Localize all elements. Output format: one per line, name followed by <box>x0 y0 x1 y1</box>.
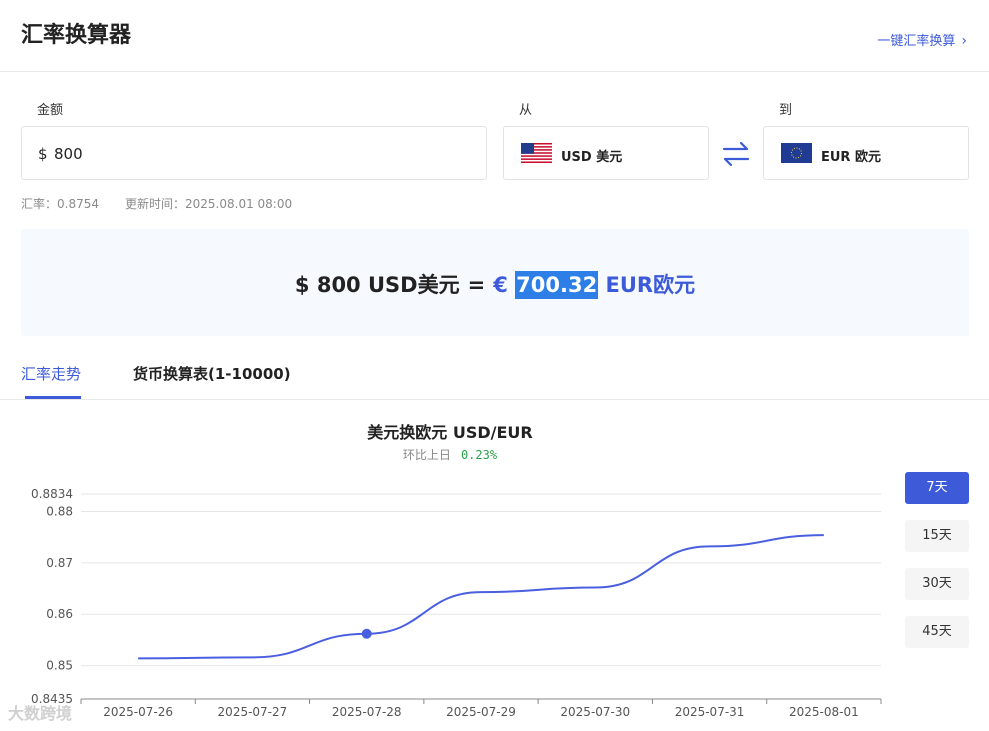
rate-info: 汇率：0.8754 更新时间：2025.08.01 08:00 <box>21 195 292 212</box>
x-tick-label: 2025-07-28 <box>332 705 402 719</box>
range-7d-button[interactable]: 7天 <box>905 472 969 504</box>
update-time-text: 更新时间：2025.08.01 08:00 <box>125 197 293 211</box>
x-tick-label: 2025-07-26 <box>103 705 173 719</box>
amount-label: 金额 <box>37 103 64 118</box>
exchange-rate-text: 汇率：0.8754 <box>21 197 99 211</box>
range-15d-button[interactable]: 15天 <box>905 520 969 552</box>
watermark: 大数跨境 <box>8 704 73 723</box>
header: 汇率换算器 一键汇率换算 › <box>0 0 989 72</box>
amount-field[interactable]: $ <box>21 126 487 180</box>
result-value[interactable]: 700.32 <box>515 271 599 299</box>
swap-arrows-icon[interactable] <box>720 140 752 168</box>
us-flag-icon <box>521 143 552 163</box>
change-label: 环比上日 <box>402 448 451 462</box>
y-tick-label: 0.86 <box>46 607 73 621</box>
conversion-result: $ 800 USD美元 = € 700.32 EUR欧元 <box>21 269 969 299</box>
tab-bar: 汇率走势 货币换算表(1-10000) <box>0 350 989 400</box>
chart-title: 美元换欧元 USD/EUR <box>367 423 533 442</box>
to-label: 到 <box>779 103 793 118</box>
from-currency-select[interactable]: USD 美元 <box>503 126 709 180</box>
from-label: 从 <box>519 103 533 118</box>
tab-rate-trend[interactable]: 汇率走势 <box>21 363 81 384</box>
rate-trend-chart: 0.88340.880.870.860.850.84352025-07-26 20… <box>31 487 882 719</box>
x-tick-label: 2025-07-30 <box>560 705 630 719</box>
to-currency-label: EUR 欧元 <box>821 150 881 165</box>
range-45d-button[interactable]: 45天 <box>905 616 969 648</box>
x-tick-label: 2025-08-01 <box>789 705 859 719</box>
chevron-right-icon: › <box>961 33 967 49</box>
change-value: 0.23% <box>460 448 498 462</box>
y-tick-label: 0.87 <box>46 556 73 570</box>
y-tick-label: 0.88 <box>46 504 73 518</box>
result-equals: = <box>467 273 486 297</box>
result-panel: $ 800 USD美元 = € 700.32 EUR欧元 <box>21 229 969 336</box>
result-source: $ 800 USD美元 <box>294 273 460 297</box>
data-point <box>361 628 372 639</box>
amount-input[interactable] <box>54 141 454 167</box>
to-currency-select[interactable]: EUR 欧元 <box>763 126 969 180</box>
x-tick-label: 2025-07-31 <box>675 705 745 719</box>
eu-flag-icon <box>781 143 812 163</box>
chart-change: 环比上日 0.23% <box>0 446 900 463</box>
range-30d-button[interactable]: 30天 <box>905 568 969 600</box>
quick-convert-label: 一键汇率换算 <box>877 34 956 49</box>
result-symbol: € <box>493 273 508 297</box>
amount-currency-symbol: $ <box>38 145 48 163</box>
y-tick-label: 0.85 <box>46 659 73 673</box>
y-tick-label: 0.8834 <box>31 487 73 501</box>
page-title: 汇率换算器 <box>21 23 132 48</box>
tab-conversion-table[interactable]: 货币换算表(1-10000) <box>133 363 291 384</box>
series-line <box>138 534 824 660</box>
active-tab-indicator <box>25 396 81 399</box>
x-tick-label: 2025-07-27 <box>218 705 288 719</box>
x-tick-label: 2025-07-29 <box>446 705 516 719</box>
result-currency: EUR欧元 <box>605 273 696 297</box>
quick-convert-link[interactable]: 一键汇率换算 › <box>877 30 967 49</box>
from-currency-label: USD 美元 <box>561 150 623 165</box>
